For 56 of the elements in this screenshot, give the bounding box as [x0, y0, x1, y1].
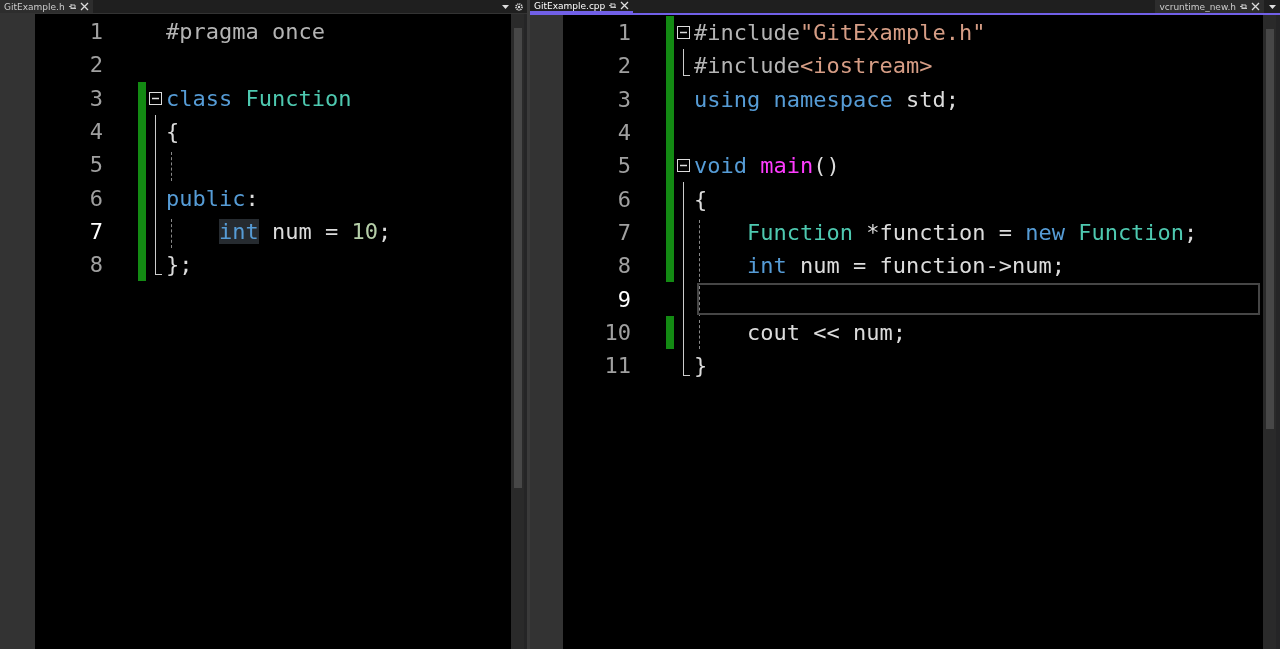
- line-number: 5: [616, 153, 631, 179]
- line-number: 5: [88, 152, 103, 178]
- scrollbar-thumb[interactable]: [513, 28, 522, 488]
- code-editor[interactable]: 1 #pragma once 2 3 class Function 4 { 5 6 public: 7 int num = 10; 8 };: [35, 14, 511, 649]
- line-number: 8: [88, 252, 103, 278]
- caret-icon[interactable]: [501, 2, 510, 11]
- code-line: class Function: [166, 85, 352, 111]
- line-number: 4: [616, 120, 631, 146]
- line-number: 2: [88, 52, 103, 78]
- collapse-icon[interactable]: [149, 91, 162, 105]
- code-line: {: [694, 186, 708, 212]
- caret-icon[interactable]: [1268, 2, 1277, 11]
- file-tab[interactable]: vcruntime_new.h: [1155, 0, 1264, 13]
- file-tab[interactable]: GitExample.cpp: [530, 0, 634, 13]
- code-line: #pragma once: [166, 19, 325, 45]
- code-line: void main(): [694, 153, 840, 179]
- line-number: 11: [603, 353, 631, 379]
- code-line: int num = 10;: [219, 218, 392, 244]
- code-line: {: [166, 119, 180, 145]
- scrollbar-thumb[interactable]: [1265, 29, 1274, 429]
- close-icon[interactable]: [1251, 2, 1260, 11]
- line-number: 8: [616, 253, 631, 279]
- code-editor[interactable]: 1 #include"GitExample.h" 2 #include<iostream> 3 using namespace std; 4 5 void main() 6 { 7 Function *function = new Function; 8 int num = function->num; 9 10 cout << num; 11 }: [563, 15, 1263, 649]
- line-number: 6: [88, 185, 103, 211]
- code-line: using namespace std;: [694, 86, 959, 112]
- line-number: 7: [88, 218, 103, 244]
- code-line: #include<iostream>: [694, 53, 933, 79]
- code-line: Function *function = new Function;: [747, 219, 1198, 245]
- settings-icon[interactable]: [514, 1, 524, 12]
- code-line: }: [694, 353, 708, 379]
- line-number: 7: [616, 219, 631, 245]
- line-number: 1: [616, 20, 631, 46]
- code-line: public:: [166, 185, 259, 211]
- pin-icon[interactable]: [608, 1, 618, 10]
- pin-icon[interactable]: [1239, 2, 1248, 11]
- tab-label: GitExample.h: [4, 1, 65, 12]
- close-icon[interactable]: [620, 1, 630, 10]
- pin-icon[interactable]: [67, 2, 77, 11]
- line-number: 9: [616, 286, 631, 312]
- code-line: #include"GitExample.h": [694, 20, 986, 46]
- line-number: 3: [616, 86, 631, 112]
- line-number: 1: [88, 19, 103, 45]
- line-number: 6: [616, 186, 631, 212]
- tab-label: GitExample.cpp: [534, 0, 606, 11]
- file-tab[interactable]: GitExample.h: [0, 0, 93, 13]
- collapse-icon[interactable]: [677, 26, 690, 40]
- code-line: cout << num;: [747, 319, 906, 345]
- line-number: 10: [603, 319, 631, 345]
- line-number: 4: [88, 119, 103, 145]
- collapse-icon[interactable]: [677, 159, 690, 173]
- close-icon[interactable]: [79, 2, 89, 11]
- code-line: };: [166, 252, 193, 278]
- tab-label: vcruntime_new.h: [1159, 1, 1236, 12]
- line-number: 3: [88, 85, 103, 111]
- line-number: 2: [616, 53, 631, 79]
- code-line: int num = function->num;: [747, 253, 1065, 279]
